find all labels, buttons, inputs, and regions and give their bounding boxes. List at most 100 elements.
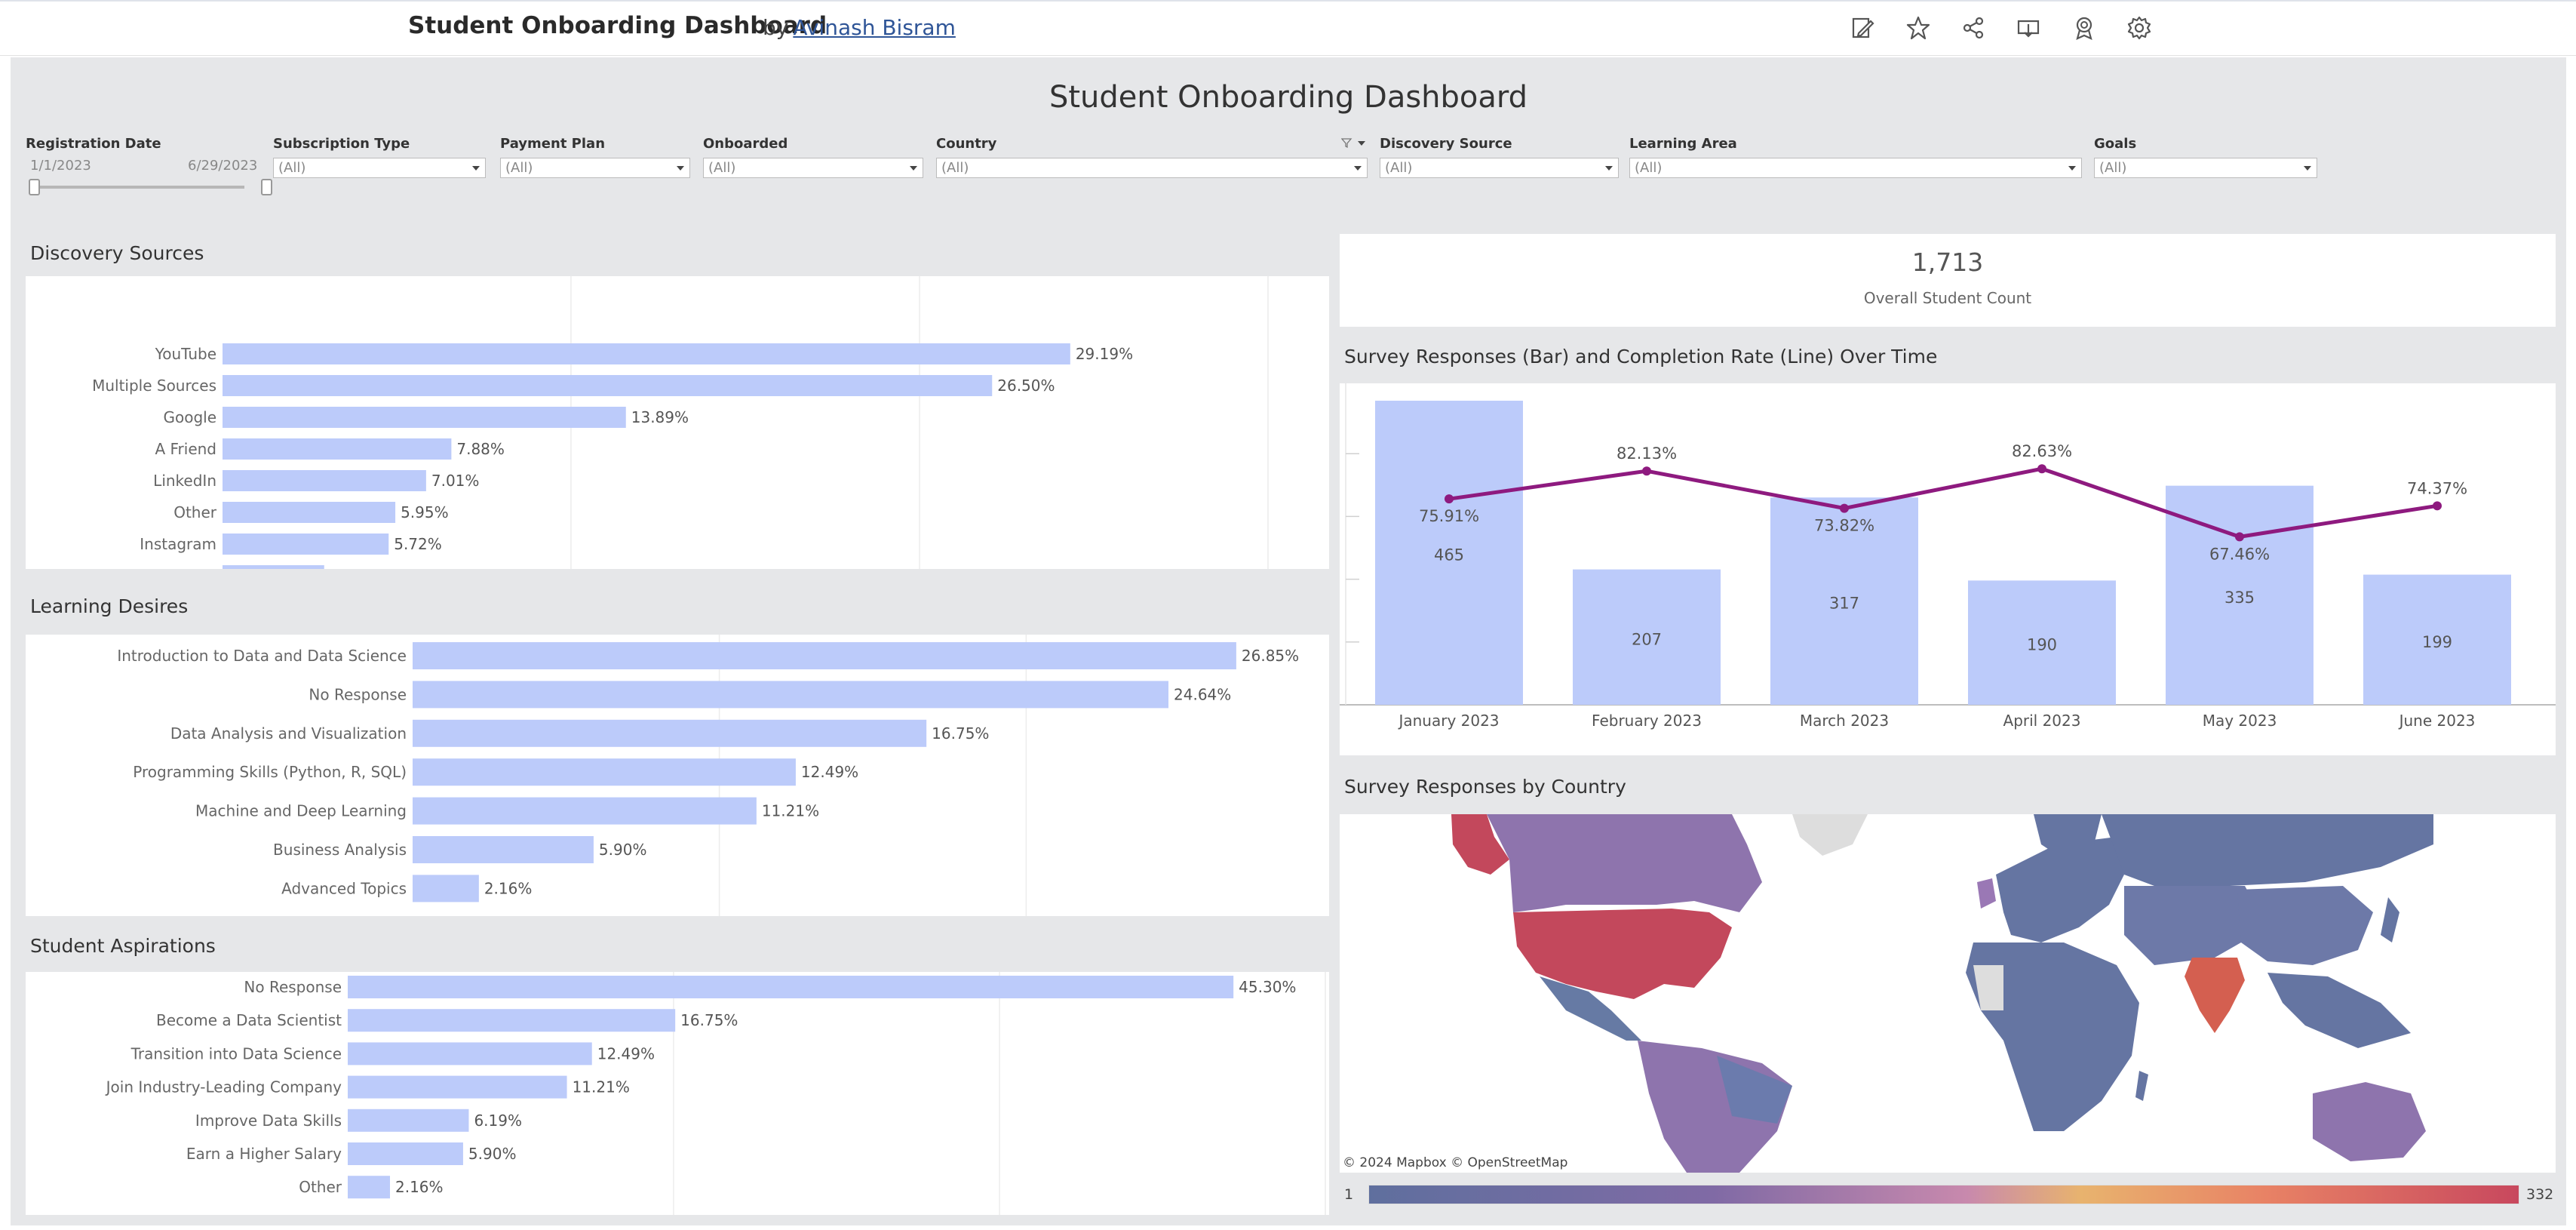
value-label: 12.49%	[801, 763, 858, 781]
filter-label: Payment Plan	[500, 136, 606, 152]
line-point	[1642, 466, 1651, 476]
value-label: 5.90%	[468, 1145, 517, 1163]
category-label: Other	[299, 1178, 342, 1196]
share-icon[interactable]	[1960, 15, 1986, 41]
registration-date-filter: Registration Date 1/1/2023 6/29/2023	[26, 136, 272, 195]
filter-subscription-type: Subscription Type (All)	[273, 136, 486, 178]
line-value-label: 82.63%	[2012, 442, 2072, 460]
category-label: Earn a Higher Salary	[186, 1145, 342, 1163]
bar	[223, 343, 1070, 364]
bar-value-label: 199	[2422, 633, 2452, 651]
bar	[413, 875, 479, 903]
bar	[348, 1075, 567, 1099]
bar-value-label: 317	[1829, 595, 1859, 613]
badge-icon[interactable]	[2071, 15, 2097, 41]
value-label: 29.19%	[1076, 345, 1133, 363]
survey-combo-chart: 465 January 2023 207 February 2023 317 March …	[1340, 383, 2556, 755]
scale-max: 332	[2526, 1186, 2554, 1203]
filter-label: Onboarded	[703, 136, 788, 152]
bar-value-label: 465	[1434, 546, 1464, 564]
bar	[223, 565, 324, 569]
filter-label: Subscription Type	[273, 136, 410, 152]
chevron-down-icon	[910, 166, 917, 171]
category-label: No Response	[244, 978, 342, 996]
bar	[413, 719, 927, 747]
discovery-sources-chart: YouTube 29.19% Multiple Sources 26.50% Googl…	[26, 276, 1329, 569]
learning-area-select[interactable]: (All)	[1629, 158, 2082, 178]
chevron-down-icon	[2304, 166, 2311, 171]
download-icon[interactable]	[2016, 15, 2041, 41]
x-tick-label: February 2023	[1592, 712, 1702, 730]
goals-select[interactable]: (All)	[2094, 158, 2317, 178]
category-label: Other	[173, 503, 217, 521]
onboarded-select[interactable]: (All)	[703, 158, 923, 178]
x-tick-label: May 2023	[2203, 712, 2277, 730]
value-label: 2.16%	[484, 879, 533, 897]
line-point	[2433, 501, 2442, 511]
category-label: Join Industry-Leading Company	[105, 1078, 342, 1096]
x-tick-label: January 2023	[1397, 712, 1499, 730]
bar	[223, 534, 389, 555]
country-map[interactable]: © 2024 Mapbox © OpenStreetMap	[1340, 814, 2556, 1173]
category-label: LinkedIn	[153, 472, 216, 490]
filter-funnel-icon[interactable]	[1341, 137, 1367, 149]
bar-value-label: 190	[2027, 636, 2057, 654]
category-label: Advanced Topics	[281, 879, 407, 897]
subscription-type-select[interactable]: (All)	[273, 158, 486, 178]
color-scale-bar	[1368, 1185, 2519, 1204]
line-value-label: 67.46%	[2209, 545, 2270, 563]
category-label: Business Analysis	[273, 841, 407, 859]
country-select[interactable]: (All)	[936, 158, 1368, 178]
category-label: Facebook	[146, 567, 216, 569]
bar	[413, 758, 796, 786]
line-value-label: 75.91%	[1419, 507, 1479, 525]
bar	[348, 1176, 390, 1199]
discovery-sources-title: Discovery Sources	[30, 242, 204, 264]
category-label: YouTube	[155, 345, 216, 363]
filter-payment-plan: Payment Plan (All)	[500, 136, 690, 178]
bar	[413, 797, 757, 825]
line-value-label: 82.13%	[1617, 444, 1677, 463]
line-value-label: 74.37%	[2407, 479, 2467, 497]
map-credit: © 2024 Mapbox © OpenStreetMap	[1343, 1155, 1568, 1170]
category-label: No Response	[309, 685, 407, 703]
payment-plan-select[interactable]: (All)	[500, 158, 690, 178]
category-label: Improve Data Skills	[195, 1112, 342, 1130]
student-aspirations-svg: No Response 45.30% Become a Data Scientist…	[105, 972, 1326, 1215]
student-aspirations-chart: No Response 45.30% Become a Data Scientist…	[26, 972, 1329, 1215]
line-point	[2235, 532, 2244, 542]
gear-icon[interactable]	[2126, 15, 2152, 41]
value-label: 11.21%	[573, 1078, 630, 1096]
x-tick-label: April 2023	[2003, 712, 2081, 730]
filter-discovery-source: Discovery Source (All)	[1380, 136, 1619, 178]
slider-track	[32, 186, 244, 189]
line-point	[1445, 494, 1454, 504]
survey-combo-svg: 465 January 2023 207 February 2023 317 March …	[1340, 383, 2556, 730]
line-value-label: 73.82%	[1814, 517, 1874, 535]
chevron-down-icon	[677, 166, 684, 171]
category-label: Google	[163, 408, 216, 426]
bar	[223, 438, 452, 460]
filter-goals: Goals (All)	[2094, 136, 2317, 178]
value-label: 2.16%	[395, 1178, 444, 1196]
category-label: Transition into Data Science	[130, 1044, 342, 1062]
star-icon[interactable]	[1905, 15, 1931, 41]
slider-handle-end[interactable]	[261, 179, 272, 195]
filter-label: Discovery Source	[1380, 136, 1512, 152]
edit-icon[interactable]	[1850, 15, 1875, 41]
filter-onboarded: Onboarded (All)	[703, 136, 923, 178]
date-range-slider[interactable]	[26, 179, 272, 195]
top-bar: Student Onboarding Dashboard by Avinash B…	[0, 0, 2576, 56]
value-label: 13.89%	[631, 408, 689, 426]
author-link[interactable]: Avinash Bisram	[793, 15, 956, 40]
slider-handle-start[interactable]	[29, 179, 40, 195]
date-end: 6/29/2023	[188, 158, 258, 174]
value-label: 12.49%	[597, 1044, 655, 1062]
byline: by Avinash Bisram	[763, 15, 956, 40]
value-label: 5.90%	[599, 841, 647, 859]
value-label: 7.88%	[456, 440, 505, 458]
kpi-value: 1,713	[1911, 248, 1984, 277]
discovery-source-select[interactable]: (All)	[1380, 158, 1619, 178]
chevron-down-icon	[1605, 166, 1613, 171]
category-label: Become a Data Scientist	[156, 1011, 342, 1029]
